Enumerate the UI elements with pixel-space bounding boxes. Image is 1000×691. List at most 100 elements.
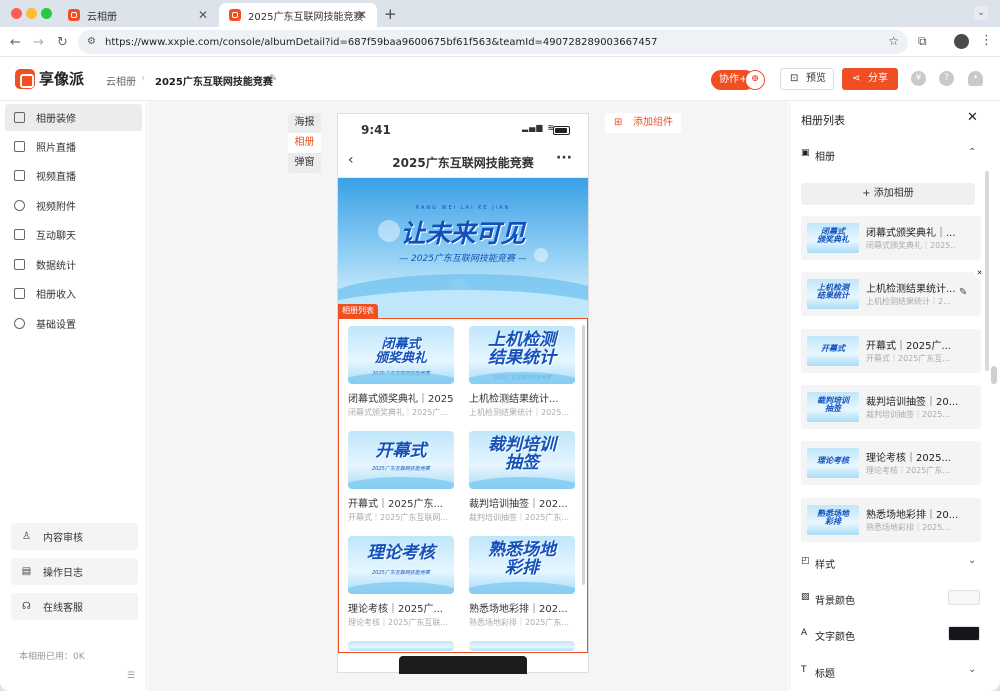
app-favicon-icon [229,9,241,21]
preview-icon: ⊡ [790,73,799,84]
zoom-window-button[interactable] [41,8,52,19]
coin-icon[interactable]: ¥ [911,71,926,86]
chevron-up-icon: ⌃ [968,147,977,158]
add-album-button[interactable]: + 添加相册 [801,183,975,205]
content-review-button[interactable]: ♙ 内容审核 [11,523,138,550]
add-component-icon: ⊞ [614,117,623,128]
video-icon [14,170,25,181]
signal-wifi-icon: ▂▄▆ ≋ [522,123,555,132]
share-button[interactable]: ⋖ 分享 [842,68,898,90]
add-component-button[interactable]: ⊞ 添加组件 [605,113,681,133]
tab-popup[interactable]: 弹窗 [288,153,321,173]
more-icon[interactable]: ··· [556,150,572,166]
sidebar-item-video-attachment[interactable]: 视频附件 [5,192,142,219]
profile-avatar[interactable] [954,34,969,49]
app-favicon-icon [68,9,80,21]
album-list-panel: 相册列表 ✕ ▣ 相册 ⌃ + 添加相册 闭幕式 颁奖典礼 闭幕式颁奖典礼｜..… [789,101,989,691]
help-icon[interactable]: ? [939,71,954,86]
collaborator-icon[interactable]: ⊕ [745,70,765,90]
browser-tab-cloud-album[interactable]: 云相册 ✕ [58,3,218,27]
panel-album-item[interactable]: 理论考核 理论考核｜2025... 理论考核｜2025广东... [801,441,981,485]
selected-component-label: 相册列表 [338,304,378,318]
tab-list-chevron-icon[interactable]: ⌄ [974,6,988,20]
panel-album-item[interactable]: 熟悉场地 彩排 熟悉场地彩排｜20... 熟悉场地彩排｜2025... [801,498,981,542]
forward-arrow-icon[interactable]: → [33,35,44,50]
album-card[interactable]: 熟悉场地 彩排 熟悉场地彩排｜202... 熟悉场地彩排｜2025广东... [469,536,575,628]
edit-pencil-icon[interactable]: ✎ [959,287,967,298]
minimize-window-button[interactable] [26,8,37,19]
close-icon[interactable]: ✕ [967,110,978,125]
editor-canvas: 海报 相册 弹窗 9:41 ▂▄▆ ≋ ‹ 2025广东互联网技能竞赛 ··· [148,101,788,691]
sidebar-item-decor[interactable]: 相册装修 [5,104,142,131]
sidebar-item-stats[interactable]: 数据统计 [5,251,142,278]
panel-album-item[interactable]: 闭幕式 颁奖典礼 闭幕式颁奖典礼｜... 闭幕式颁奖典礼｜2025... [801,216,981,260]
browser-tab-album-detail[interactable]: 2025广东互联网技能竞赛 ✕ [219,3,377,27]
sidebar-item-income[interactable]: 相册收入 [5,280,142,307]
share-icon: ⋖ [852,73,861,84]
background-icon: ▨ [801,592,810,602]
operation-log-button[interactable]: ▤ 操作日志 [11,558,138,585]
album-card[interactable]: 理论考核 2025广东互联网技能竞赛 理论考核｜2025广... 理论考核｜202… [348,536,454,628]
album-card[interactable]: 裁判培训 抽签 裁判培训抽签｜202... 裁判培训抽签｜2025广东... [469,431,575,523]
extensions-icon[interactable]: ⧉ [918,34,927,49]
album-card[interactable]: 闭幕式 颁奖典礼2025广东互联网技能竞赛 闭幕式颁奖典礼｜2025... 闭幕… [348,326,454,418]
bg-color-swatch[interactable] [948,590,980,605]
close-tab-icon[interactable]: ✕ [357,8,367,22]
banner-slogan: 让未来可见 [400,219,526,248]
online-support-button[interactable]: ☊ 在线客服 [11,593,138,620]
preview-button[interactable]: ⊡ 预览 [780,68,834,90]
sidebar-item-photo-live[interactable]: 照片直播 [5,133,142,160]
album-thumbnail: 裁判培训 抽签 [807,392,859,422]
style-section-header[interactable]: ◰ 样式 ⌄ [790,551,990,575]
address-bar[interactable]: ⚙ https://www.xxpie.com/console/albumDet… [78,30,908,54]
close-tab-icon[interactable]: ✕ [198,8,208,22]
collapse-sidebar-icon[interactable]: ☰ [127,671,135,681]
banner-subtitle: — 2025广东互联网技能竞赛 — [399,254,527,264]
delete-x-icon[interactable]: ✕ [974,268,985,279]
app-logo[interactable]: 享像派 [15,68,84,89]
component-tabs: 海报 相册 弹窗 [288,113,321,173]
income-icon [14,288,25,299]
page-scrollbar[interactable] [991,366,997,384]
album-card[interactable]: 开幕式 2025广东互联网技能竞赛 开幕式｜2025广东... 开幕式｜2025广… [348,431,454,523]
bookmark-star-icon[interactable]: ☆ [888,34,899,48]
new-tab-icon[interactable]: + [384,5,397,23]
album-thumbnail [348,641,454,651]
log-icon: ▤ [21,566,32,577]
tab-album[interactable]: 相册 [288,133,321,153]
sidebar-item-settings[interactable]: 基础设置 [5,310,142,337]
album-thumbnail [469,641,575,651]
album-section-header[interactable]: ▣ 相册 ⌃ [790,143,990,167]
sidebar-item-video-live[interactable]: 视频直播 [5,162,142,189]
reload-icon[interactable]: ↻ [57,35,68,50]
tab-poster[interactable]: 海报 [288,113,321,133]
close-window-button[interactable] [11,8,22,19]
site-settings-icon[interactable]: ⚙ [87,36,96,47]
back-arrow-icon[interactable]: ← [10,35,21,50]
album-card-partial[interactable] [469,641,575,651]
album-card-partial[interactable] [348,641,454,651]
breadcrumb-root[interactable]: 云相册 [106,73,136,88]
album-thumbnail: 闭幕式 颁奖典礼2025广东互联网技能竞赛 [348,326,454,384]
storage-usage-text: 本相册已用：0K [19,652,85,662]
breadcrumb-current: 2025广东互联网技能竞赛 [155,77,273,88]
notification-bell-icon[interactable]: • [968,71,983,86]
panel-album-item[interactable]: 开幕式 开幕式｜2025广... 开幕式｜2025广东互... [801,329,981,373]
sidebar-item-chat[interactable]: 互动聊天 [5,221,142,248]
panel-album-item-hovered[interactable]: 上机检测 结果统计 上机检测结果统计... 上机检测结果统计｜2... ✎ ✕ [801,268,985,316]
headset-icon: ☊ [22,601,31,612]
browser-menu-icon[interactable]: ⋮ [980,33,993,48]
album-list-component[interactable]: 闭幕式 颁奖典礼2025广东互联网技能竞赛 闭幕式颁奖典礼｜2025... 闭幕… [338,318,588,653]
poster-banner[interactable]: RANG WEI LAI KE JIAN 让未来可见 — 2025广东互联网技能… [338,178,588,318]
edit-title-icon[interactable]: ✎ [269,73,277,84]
panel-album-item[interactable]: 裁判培训 抽签 裁判培训抽签｜20... 裁判培训抽签｜2025... [801,385,981,429]
browser-toolbar: ← → ↻ ⚙ https://www.xxpie.com/console/al… [0,27,1000,57]
phone-scrollbar[interactable] [582,325,585,585]
component-toolbar[interactable] [399,656,527,674]
title-section-header[interactable]: T 标题 ⌄ [790,660,990,684]
text-color-swatch[interactable] [948,626,980,641]
album-card[interactable]: 上机检测 结果统计2025广东互联网技能竞赛 上机检测结果统计... 上机检测结… [469,326,575,418]
phone-status-bar: 9:41 ▂▄▆ ≋ [338,114,588,144]
panel-scrollbar[interactable] [985,171,989,371]
album-section-icon: ▣ [801,148,810,158]
